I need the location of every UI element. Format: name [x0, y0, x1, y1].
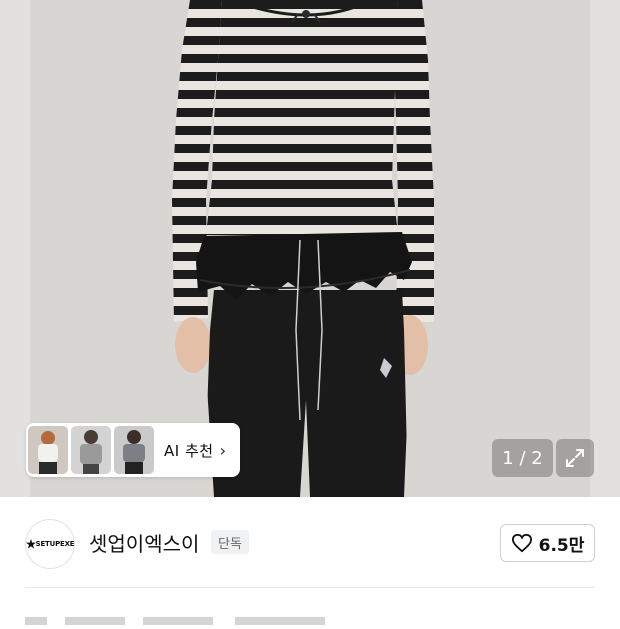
recommend-thumbnail[interactable]: [114, 426, 154, 474]
brand-name[interactable]: 셋업이엑스이: [89, 528, 199, 557]
ai-recommend-label: AI 추천: [164, 441, 214, 460]
brand-logo-text: SETUPEXE: [25, 539, 75, 549]
image-counter: 1 / 2: [492, 439, 553, 477]
ai-recommend-button[interactable]: AI 추천 ›: [26, 423, 240, 477]
expand-button[interactable]: [556, 439, 594, 477]
section-divider: [25, 587, 595, 588]
recommend-thumbnail[interactable]: [28, 426, 68, 474]
star-icon: [25, 539, 36, 549]
exclusive-badge: 단독: [211, 530, 249, 554]
cropped-text: [25, 617, 325, 625]
product-image-gallery[interactable]: AI 추천 › 1 / 2: [0, 0, 620, 497]
expand-icon: [566, 449, 584, 467]
chevron-right-icon: ›: [219, 440, 226, 460]
recommend-thumbnail[interactable]: [71, 426, 111, 474]
brand-logo[interactable]: SETUPEXE: [25, 519, 75, 569]
like-count: 6.5만: [538, 535, 585, 556]
like-button[interactable]: 6.5만: [500, 524, 595, 562]
product-title-partial: [25, 611, 325, 629]
heart-icon: [511, 533, 532, 553]
